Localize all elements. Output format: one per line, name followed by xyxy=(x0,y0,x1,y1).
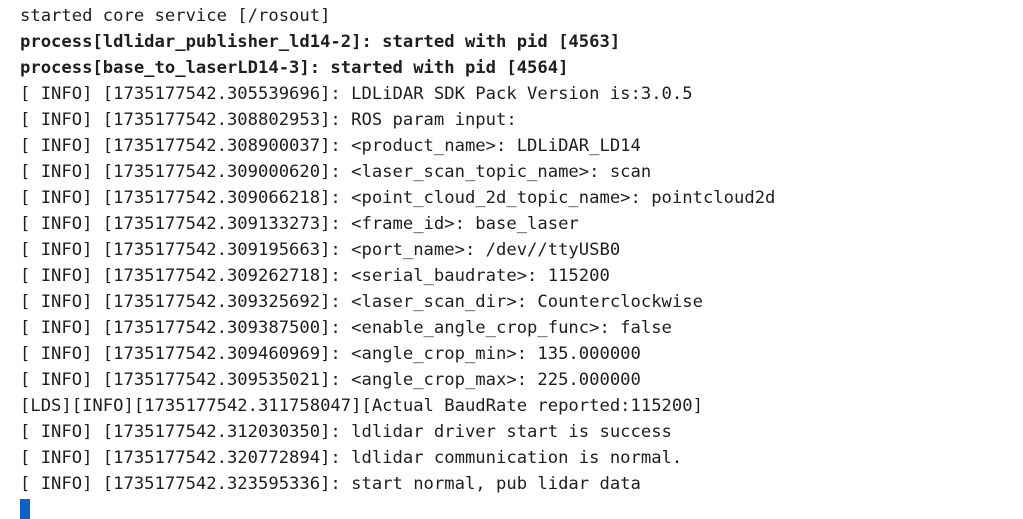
terminal-output[interactable]: started core service [/rosout] process[ld… xyxy=(0,0,1023,519)
terminal-line: [ INFO] [1735177542.320772894]: ldlidar … xyxy=(20,448,683,468)
terminal-line: [ INFO] [1735177542.305539696]: LDLiDAR … xyxy=(20,84,693,104)
terminal-line: [ INFO] [1735177542.308802953]: ROS para… xyxy=(20,110,517,130)
terminal-line: [ INFO] [1735177542.309000620]: <laser_s… xyxy=(20,162,652,182)
terminal-line: [ INFO] [1735177542.309325692]: <laser_s… xyxy=(20,292,703,312)
terminal-line: [LDS][INFO][1735177542.311758047][Actual… xyxy=(20,396,703,416)
terminal-line: process[ldlidar_publisher_ld14-2]: start… xyxy=(20,32,621,52)
terminal-line: [ INFO] [1735177542.312030350]: ldlidar … xyxy=(20,422,672,442)
terminal-line: started core service [/rosout] xyxy=(20,6,331,26)
terminal-line: [ INFO] [1735177542.308900037]: <product… xyxy=(20,136,641,156)
terminal-cursor xyxy=(20,499,30,519)
terminal-line: [ INFO] [1735177542.309066218]: <point_c… xyxy=(20,188,776,208)
terminal-line: [ INFO] [1735177542.309133273]: <frame_i… xyxy=(20,214,579,234)
terminal-line: [ INFO] [1735177542.309387500]: <enable_… xyxy=(20,318,672,338)
terminal-line: [ INFO] [1735177542.309262718]: <serial_… xyxy=(20,266,610,286)
terminal-line: [ INFO] [1735177542.309195663]: <port_na… xyxy=(20,240,621,260)
terminal-line: [ INFO] [1735177542.309460969]: <angle_c… xyxy=(20,344,641,364)
terminal-line: [ INFO] [1735177542.309535021]: <angle_c… xyxy=(20,370,641,390)
terminal-line: process[base_to_laserLD14-3]: started wi… xyxy=(20,58,569,78)
terminal-line: [ INFO] [1735177542.323595336]: start no… xyxy=(20,474,641,494)
terminal-lines: started core service [/rosout] process[ld… xyxy=(20,3,1023,497)
